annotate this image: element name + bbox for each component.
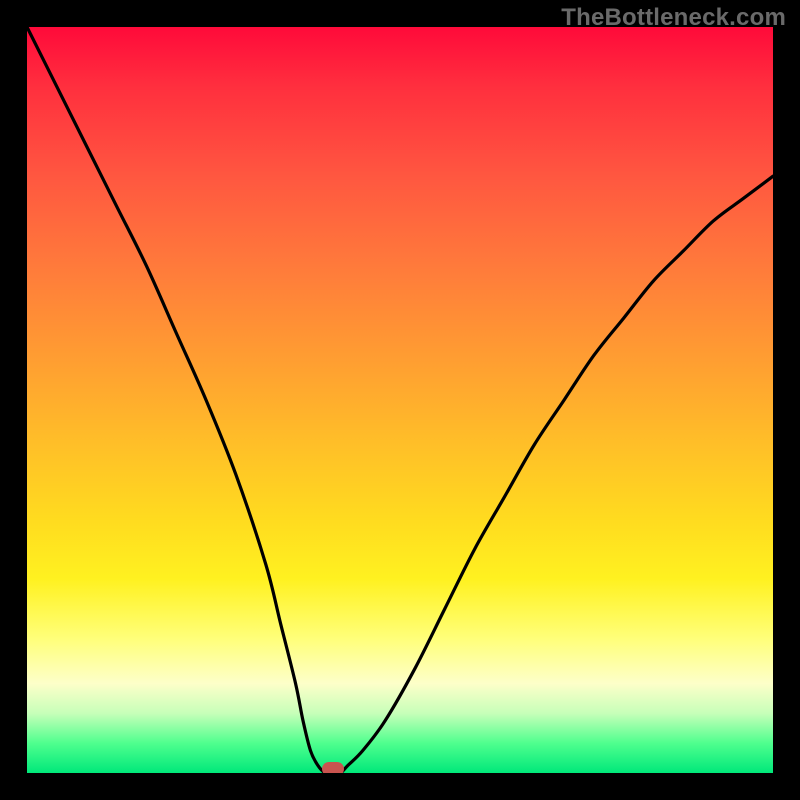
bottleneck-curve-path [27,27,773,773]
curve-svg [27,27,773,773]
plot-area [27,27,773,773]
chart-frame: TheBottleneck.com [0,0,800,800]
optimal-marker [322,762,344,773]
